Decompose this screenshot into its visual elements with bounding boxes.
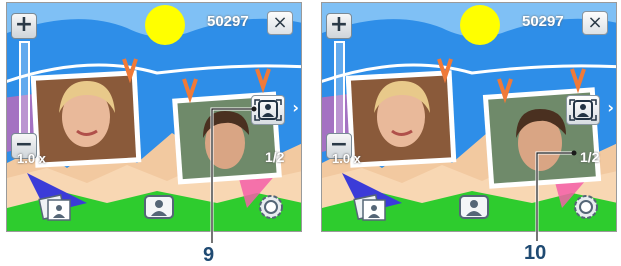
zoom-in-icon: + [329, 12, 349, 37]
fit-screen-button[interactable] [566, 95, 600, 125]
slideshow-icon [144, 195, 174, 219]
settings-button[interactable] [566, 189, 606, 225]
fit-screen-icon [254, 99, 282, 121]
next-photo-chevron-icon[interactable]: › [292, 98, 299, 117]
close-button[interactable]: × [267, 11, 293, 35]
photo-woman[interactable] [345, 70, 457, 168]
close-icon: × [272, 12, 288, 33]
photo-frame-button[interactable] [35, 189, 75, 225]
page-indicator: 1/2 [580, 149, 600, 165]
zoom-level-label: 1.0 x [17, 151, 46, 166]
zoom-in-button[interactable]: + [11, 13, 37, 39]
page-indicator: 1/2 [265, 149, 285, 165]
photo-frame-icon [38, 194, 71, 221]
fit-screen-button[interactable] [251, 95, 285, 125]
slideshow-button[interactable] [139, 189, 179, 225]
photo-woman[interactable] [30, 70, 142, 168]
settings-gear-icon [259, 195, 283, 219]
close-button[interactable]: × [582, 11, 608, 35]
album-screen-left: + − 1.0 x 50297 × › 1/2 [6, 2, 302, 232]
photo-counter: 50297 [522, 13, 564, 30]
zoom-level-label: 1.0 x [332, 151, 361, 166]
settings-button[interactable] [251, 189, 291, 225]
next-photo-chevron-icon[interactable]: › [607, 98, 614, 117]
zoom-in-button[interactable]: + [326, 13, 352, 39]
callout-label-10: 10 [524, 242, 547, 264]
photo-frame-button[interactable] [350, 189, 390, 225]
zoom-slider[interactable] [19, 41, 30, 137]
slideshow-button[interactable] [454, 189, 494, 225]
slideshow-icon [459, 195, 489, 219]
close-icon: × [587, 12, 603, 33]
callout-label-9: 9 [203, 244, 215, 266]
settings-gear-icon [574, 195, 598, 219]
photo-counter: 50297 [207, 13, 249, 30]
photo-frame-icon [353, 194, 386, 221]
zoom-in-icon: + [14, 12, 34, 37]
screenshot-stage: + − 1.0 x 50297 × › 1/2 + − 1.0 x 50297 … [0, 0, 621, 266]
album-screen-right: + − 1.0 x 50297 × › 1/2 [321, 2, 617, 232]
fit-screen-icon [569, 99, 597, 121]
zoom-slider[interactable] [334, 41, 345, 137]
